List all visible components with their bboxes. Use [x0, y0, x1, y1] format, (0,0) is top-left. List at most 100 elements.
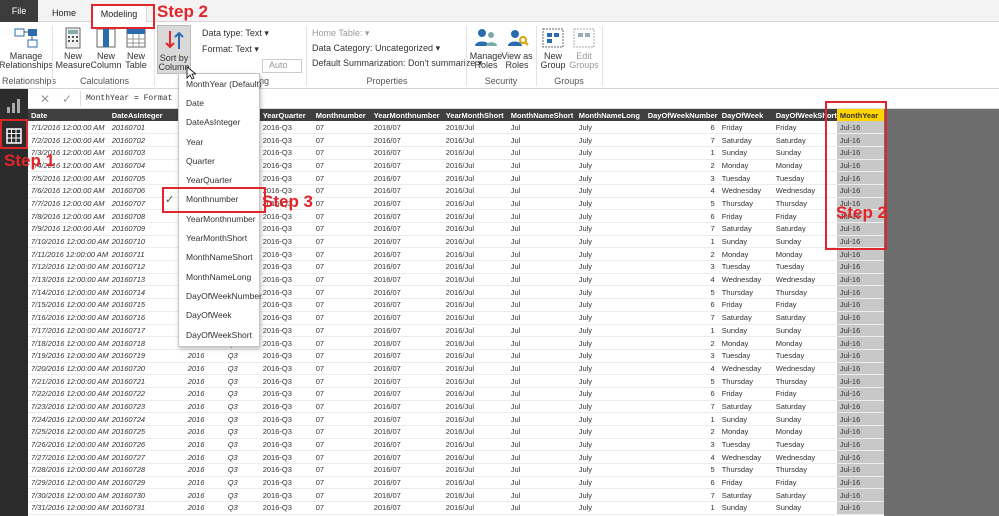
table-cell[interactable]: Jul-16 [836, 476, 887, 490]
table-cell[interactable]: July [575, 133, 645, 147]
sort-menu-item[interactable]: DayOfWeekNumber [179, 286, 262, 305]
table-cell[interactable]: 07 [312, 184, 371, 198]
table-cell[interactable]: 20160729 [108, 476, 185, 490]
data-type-dropdown[interactable]: Data type: Text ▾ [202, 28, 269, 39]
table-cell[interactable]: 2016/07 [370, 374, 443, 388]
table-cell[interactable]: 7/13/2016 12:00:00 AM [28, 273, 109, 287]
table-cell[interactable]: 2016/07 [370, 184, 443, 198]
table-cell[interactable]: 7/5/2016 12:00:00 AM [28, 171, 109, 185]
table-cell[interactable]: Monday [772, 425, 837, 439]
table-cell[interactable]: 7/22/2016 12:00:00 AM [28, 387, 109, 401]
table-cell[interactable]: 2016 [184, 450, 225, 465]
table-cell[interactable]: 2 [644, 336, 719, 350]
table-cell[interactable]: 07 [312, 324, 371, 338]
table-cell[interactable]: July [575, 184, 645, 198]
table-cell[interactable]: Jul [507, 197, 576, 211]
table-cell[interactable]: 20160718 [108, 336, 185, 350]
table-cell[interactable]: 2016/07 [370, 362, 443, 376]
table-cell[interactable]: 7/10/2016 12:00:00 AM [28, 235, 109, 249]
table-cell[interactable]: 7/20/2016 12:00:00 AM [28, 362, 109, 376]
table-cell[interactable]: 7/24/2016 12:00:00 AM [28, 412, 109, 426]
table-cell[interactable]: 20160730 [108, 488, 185, 503]
table-cell[interactable]: July [575, 362, 645, 376]
table-cell[interactable]: Jul [507, 387, 576, 401]
table-cell[interactable]: Jul-16 [836, 324, 887, 338]
table-cell[interactable]: 2016/07 [370, 209, 443, 223]
table-cell[interactable]: 20160714 [108, 285, 185, 300]
table-cell[interactable]: July [575, 298, 645, 312]
table-cell[interactable]: Q3 [224, 501, 260, 515]
table-cell[interactable]: 7/28/2016 12:00:00 AM [28, 463, 109, 477]
table-cell[interactable]: 07 [312, 374, 371, 388]
table-cell[interactable]: Jul [507, 184, 576, 198]
table-cell[interactable]: Jul [507, 133, 576, 147]
column-header[interactable]: Monthnumber [312, 109, 371, 121]
sort-menu-item[interactable]: YearMonthShort [179, 228, 259, 247]
table-cell[interactable]: 2016/Jul [442, 501, 508, 515]
column-header[interactable]: YearMonthShort [442, 109, 508, 121]
table-cell[interactable]: July [575, 247, 645, 262]
table-cell[interactable]: 2016/Jul [442, 121, 508, 135]
table-cell[interactable]: 2016/Jul [442, 387, 508, 401]
table-cell[interactable]: 07 [312, 146, 371, 160]
table-cell[interactable]: 2016-Q3 [259, 488, 313, 503]
table-cell[interactable]: 7/21/2016 12:00:00 AM [28, 374, 109, 388]
sort-menu-item[interactable]: DayOfWeekShort [179, 325, 259, 344]
table-cell[interactable]: Jul-16 [836, 412, 887, 426]
table-cell[interactable]: 2016/07 [370, 349, 443, 363]
table-cell[interactable]: Friday [718, 121, 773, 135]
table-cell[interactable]: 20160721 [108, 374, 185, 388]
table-cell[interactable]: 07 [312, 171, 371, 185]
table-cell[interactable]: 2016/Jul [442, 235, 508, 249]
table-cell[interactable]: July [575, 400, 645, 414]
table-cell[interactable]: 2016/Jul [442, 349, 508, 363]
new-group-button[interactable]: New Group [539, 26, 567, 70]
table-cell[interactable]: 07 [312, 501, 371, 515]
table-cell[interactable]: 20160726 [108, 438, 185, 452]
column-header[interactable]: Date [28, 109, 109, 121]
table-cell[interactable]: Jul [507, 362, 576, 376]
table-cell[interactable]: Jul [507, 438, 576, 452]
table-cell[interactable]: July [575, 324, 645, 338]
table-cell[interactable]: July [575, 476, 645, 490]
table-cell[interactable]: 2016/Jul [442, 298, 508, 312]
table-cell[interactable]: 2016 [184, 387, 225, 401]
table-cell[interactable]: 5 [644, 463, 719, 477]
table-cell[interactable]: 2016/07 [370, 501, 443, 515]
table-cell[interactable]: Jul [507, 450, 576, 465]
table-cell[interactable]: 1 [644, 235, 719, 249]
table-cell[interactable]: 20160712 [108, 260, 185, 274]
table-cell[interactable]: 2016/07 [370, 285, 443, 300]
table-cell[interactable]: Thursday [772, 463, 837, 477]
table-cell[interactable]: Q3 [224, 463, 260, 477]
table-cell[interactable]: 07 [312, 311, 371, 325]
table-cell[interactable]: 7/1/2016 12:00:00 AM [28, 121, 109, 135]
table-cell[interactable]: July [575, 159, 645, 173]
table-cell[interactable]: 2016-Q3 [259, 235, 313, 249]
table-cell[interactable]: 5 [644, 285, 719, 300]
column-header[interactable]: DateAsInteger [108, 109, 185, 121]
table-cell[interactable]: 7/12/2016 12:00:00 AM [28, 260, 109, 274]
table-cell[interactable]: Monday [718, 425, 773, 439]
table-cell[interactable]: Thursday [718, 374, 773, 388]
table-cell[interactable]: 20160727 [108, 450, 185, 465]
table-cell[interactable]: Monday [718, 336, 773, 350]
table-cell[interactable]: 2016-Q3 [259, 222, 313, 236]
table-cell[interactable]: Jul [507, 400, 576, 414]
table-cell[interactable]: 20160719 [108, 349, 185, 363]
table-cell[interactable]: Q3 [224, 400, 260, 414]
table-cell[interactable]: 2016/Jul [442, 159, 508, 173]
table-cell[interactable]: 7/8/2016 12:00:00 AM [28, 209, 109, 223]
table-cell[interactable]: 2016/Jul [442, 476, 508, 490]
table-cell[interactable]: 2016/07 [370, 171, 443, 185]
table-cell[interactable]: 20160701 [108, 121, 185, 135]
table-cell[interactable]: 20160716 [108, 311, 185, 325]
table-cell[interactable]: 2016 [184, 476, 225, 490]
table-cell[interactable]: 20160711 [108, 247, 185, 262]
table-cell[interactable]: 2 [644, 425, 719, 439]
table-cell[interactable]: 2016/Jul [442, 197, 508, 211]
table-cell[interactable]: Thursday [718, 463, 773, 477]
table-cell[interactable]: 2016/Jul [442, 412, 508, 426]
table-cell[interactable]: 2016/Jul [442, 374, 508, 388]
tab-file[interactable]: File [0, 0, 38, 22]
